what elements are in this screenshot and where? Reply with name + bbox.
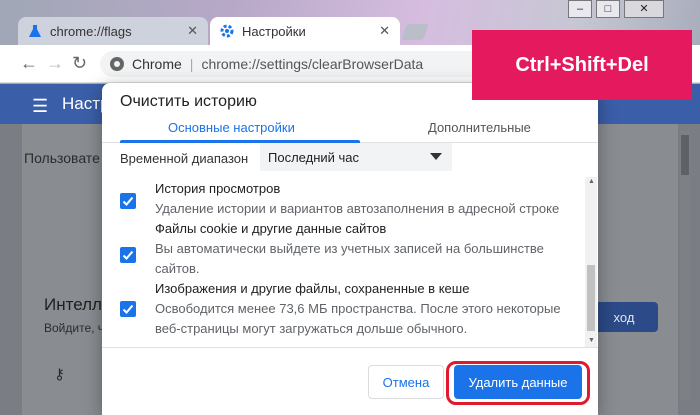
delete-data-button[interactable]: Удалить данные: [454, 365, 582, 399]
item-title: Изображения и другие файлы, сохраненные …: [155, 281, 470, 296]
people-heading: Пользовате: [24, 150, 100, 166]
history-checkbox[interactable]: [120, 193, 136, 209]
site-label: Chrome: [132, 56, 182, 72]
browser-window: chrome://flags ✕ Настройки ✕ – □ ✕ ← → ↻…: [0, 0, 700, 415]
page-scrollbar[interactable]: [680, 130, 690, 400]
cancel-label: Отмена: [382, 374, 430, 390]
key-icon: ⚷: [54, 366, 65, 383]
shortcut-badge: Ctrl+Shift+Del: [472, 30, 692, 100]
cache-checkbox[interactable]: [120, 301, 136, 317]
maximize-button[interactable]: □: [596, 0, 620, 18]
sync-title: Интелл: [44, 295, 102, 314]
new-tab-button[interactable]: [401, 24, 429, 40]
scroll-thumb[interactable]: [587, 265, 595, 331]
scroll-down-icon[interactable]: ▼: [588, 337, 595, 344]
chrome-icon: [110, 57, 124, 71]
close-window-button[interactable]: ✕: [624, 0, 664, 18]
dialog-footer: Отмена Удалить данные: [102, 347, 598, 415]
sync-subtitle: Войдите, ч: [44, 321, 105, 335]
minimize-button[interactable]: –: [568, 0, 592, 18]
time-range-label: Временной диапазон: [120, 151, 249, 166]
time-range-value: Последний час: [268, 149, 360, 165]
sign-in-button[interactable]: ход: [590, 302, 658, 332]
scroll-up-icon[interactable]: ▲: [588, 178, 595, 185]
gear-icon: [220, 24, 234, 38]
flask-icon: [28, 24, 42, 38]
forward-icon[interactable]: →: [46, 53, 64, 74]
clear-history-dialog: Очистить историю Основные настройки Допо…: [102, 83, 598, 415]
menu-icon[interactable]: ☰: [32, 96, 48, 117]
options-list: История просмотров Удаление истории и ва…: [102, 177, 598, 347]
cancel-button[interactable]: Отмена: [368, 365, 444, 399]
dropdown-arrow-icon: [430, 153, 442, 160]
tab-flags[interactable]: chrome://flags ✕: [18, 17, 208, 45]
item-title: История просмотров: [155, 181, 281, 196]
item-desc: Удаление истории и вариантов автозаполне…: [155, 201, 560, 216]
item-desc: Освободится менее 73,6 МБ пространства. …: [155, 301, 561, 336]
tab-advanced[interactable]: Дополнительные: [428, 120, 531, 135]
sign-in-label: ход: [613, 309, 635, 325]
url-text: chrome://settings/clearBrowserData: [201, 56, 424, 72]
close-icon[interactable]: ✕: [187, 23, 198, 39]
item-title: Файлы cookie и другие данные сайтов: [155, 221, 387, 236]
tab-label: Настройки: [242, 23, 306, 39]
tab-basic[interactable]: Основные настройки: [168, 120, 295, 135]
separator: |: [189, 56, 194, 72]
shortcut-text: Ctrl+Shift+Del: [515, 53, 649, 76]
time-range-select[interactable]: Последний час: [260, 143, 452, 171]
dialog-title: Очистить историю: [120, 93, 257, 110]
back-icon[interactable]: ←: [20, 53, 38, 74]
tab-label: chrome://flags: [50, 23, 132, 39]
item-desc: Вы автоматически выйдете из учетных запи…: [155, 241, 544, 276]
cookies-checkbox[interactable]: [120, 247, 136, 263]
tab-settings[interactable]: Настройки ✕: [210, 17, 400, 45]
dialog-tabs: Основные настройки Дополнительные: [102, 113, 598, 143]
dialog-scrollbar[interactable]: ▲ ▼: [585, 177, 597, 347]
scroll-thumb[interactable]: [681, 135, 689, 175]
reload-icon[interactable]: ↻: [72, 53, 87, 74]
delete-label: Удалить данные: [468, 374, 568, 390]
close-icon[interactable]: ✕: [379, 23, 390, 39]
